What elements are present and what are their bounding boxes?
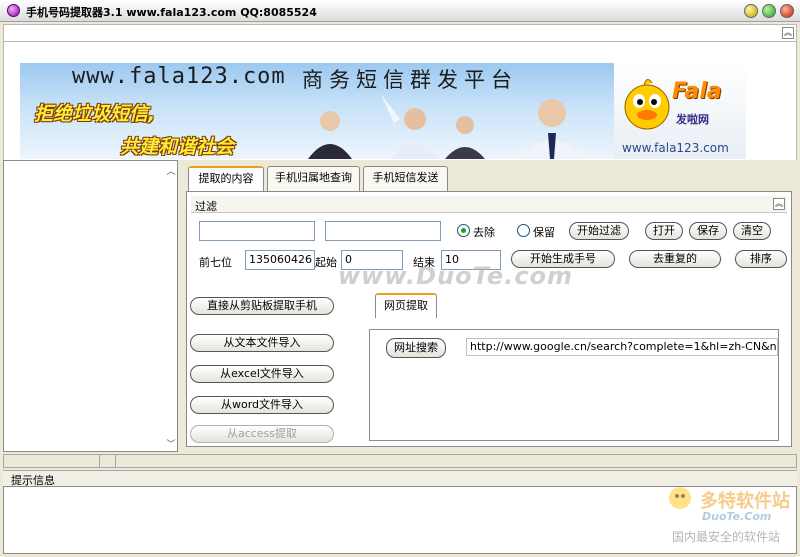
dedupe-button[interactable]: 去重复的 [629,250,721,268]
banner-area: www.fala123.com 商务短信群发平台 拒绝垃圾短信, 共建和谐社会 [3,42,797,160]
keep-label: 保留 [533,226,555,239]
scroll-up-icon[interactable]: ︿ [164,164,178,177]
watermark-center: www.DuoTe.com [338,262,573,290]
tab-web-extract[interactable]: 网页提取 [375,293,437,318]
filter-title: 过滤 [195,200,217,213]
title-bar: 手机号码提取器3.1 www.fala123.com QQ:8085524 [0,0,800,22]
remove-label: 去除 [473,226,495,239]
watermark-duck-icon [669,487,691,509]
logo-url: www.fala123.com [622,141,729,155]
extract-tab-panel: 过滤 ︽ 去除 保留 开始过滤 打开 保存 清空 前七位 135060426 起… [186,191,792,447]
banner-line-2: 共建和谐社会 [120,136,235,158]
word-import-button[interactable]: 从word文件导入 [190,396,334,414]
left-list-panel[interactable]: ︿ ﹀ [3,160,178,452]
status-segment-1 [4,455,100,467]
save-button[interactable]: 保存 [689,222,727,240]
status-bar [3,454,797,468]
url-search-button[interactable]: 网址搜索 [386,338,446,358]
url-input[interactable]: http://www.google.cn/search?complete=1&h… [466,338,778,356]
watermark-corner-tag: 国内最安全的软件站 [672,530,781,544]
filter-collapse-icon[interactable]: ︽ [773,198,785,210]
window-title: 手机号码提取器3.1 www.fala123.com QQ:8085524 [26,6,317,19]
banner-url: www.fala123.com [72,64,286,89]
close-button[interactable] [780,4,794,18]
tab-extracted-content[interactable]: 提取的内容 [188,166,264,191]
watermark-corner-en: DuoTe.Com [702,510,772,523]
excel-import-button[interactable]: 从excel文件导入 [190,365,334,383]
minimize-button[interactable] [744,4,758,18]
status-segment-2 [100,455,116,467]
app-icon [7,4,20,17]
keep-radio[interactable] [517,224,530,237]
business-people-image [308,93,586,159]
start-label: 起始 [315,256,337,269]
banner-line-1: 拒绝垃圾短信, [34,103,156,125]
tab-sms-send[interactable]: 手机短信发送 [363,166,448,191]
clear-button[interactable]: 清空 [733,222,771,240]
duck-mascot-icon [624,79,670,130]
filter-group-header: 过滤 ︽ [191,196,787,213]
logo-cn: 发啦网 [676,113,709,126]
remove-radio[interactable] [457,224,470,237]
filter-input-1[interactable] [199,221,315,241]
tab-location-query[interactable]: 手机归属地查询 [267,166,360,191]
prefix-label: 前七位 [199,256,232,269]
maximize-button[interactable] [762,4,776,18]
fala-logo: Fala 发啦网 www.fala123.com [614,63,746,159]
main-content-area: 提取的内容 手机归属地查询 手机短信发送 过滤 ︽ 去除 保留 开始过滤 打开 … [180,160,797,452]
ad-banner[interactable]: www.fala123.com 商务短信群发平台 拒绝垃圾短信, 共建和谐社会 [20,63,746,159]
logo-word: Fala [672,79,722,104]
text-file-import-button[interactable]: 从文本文件导入 [190,334,334,352]
sort-button[interactable]: 排序 [735,250,787,268]
banner-slogan: 商务短信群发平台 [302,68,518,92]
web-extract-panel: 网址搜索 http://www.google.cn/search?complet… [369,329,779,441]
access-extract-button[interactable]: 从access提取 [190,425,334,443]
start-filter-button[interactable]: 开始过滤 [569,222,629,240]
open-button[interactable]: 打开 [645,222,683,240]
prefix-input[interactable]: 135060426 [245,250,315,270]
clipboard-extract-button[interactable]: 直接从剪贴板提取手机 [190,297,334,315]
filter-input-2[interactable] [325,221,441,241]
top-collapse-strip: ︽ [3,24,797,42]
scroll-down-icon[interactable]: ﹀ [164,437,178,450]
collapse-up-icon[interactable]: ︽ [782,27,794,39]
